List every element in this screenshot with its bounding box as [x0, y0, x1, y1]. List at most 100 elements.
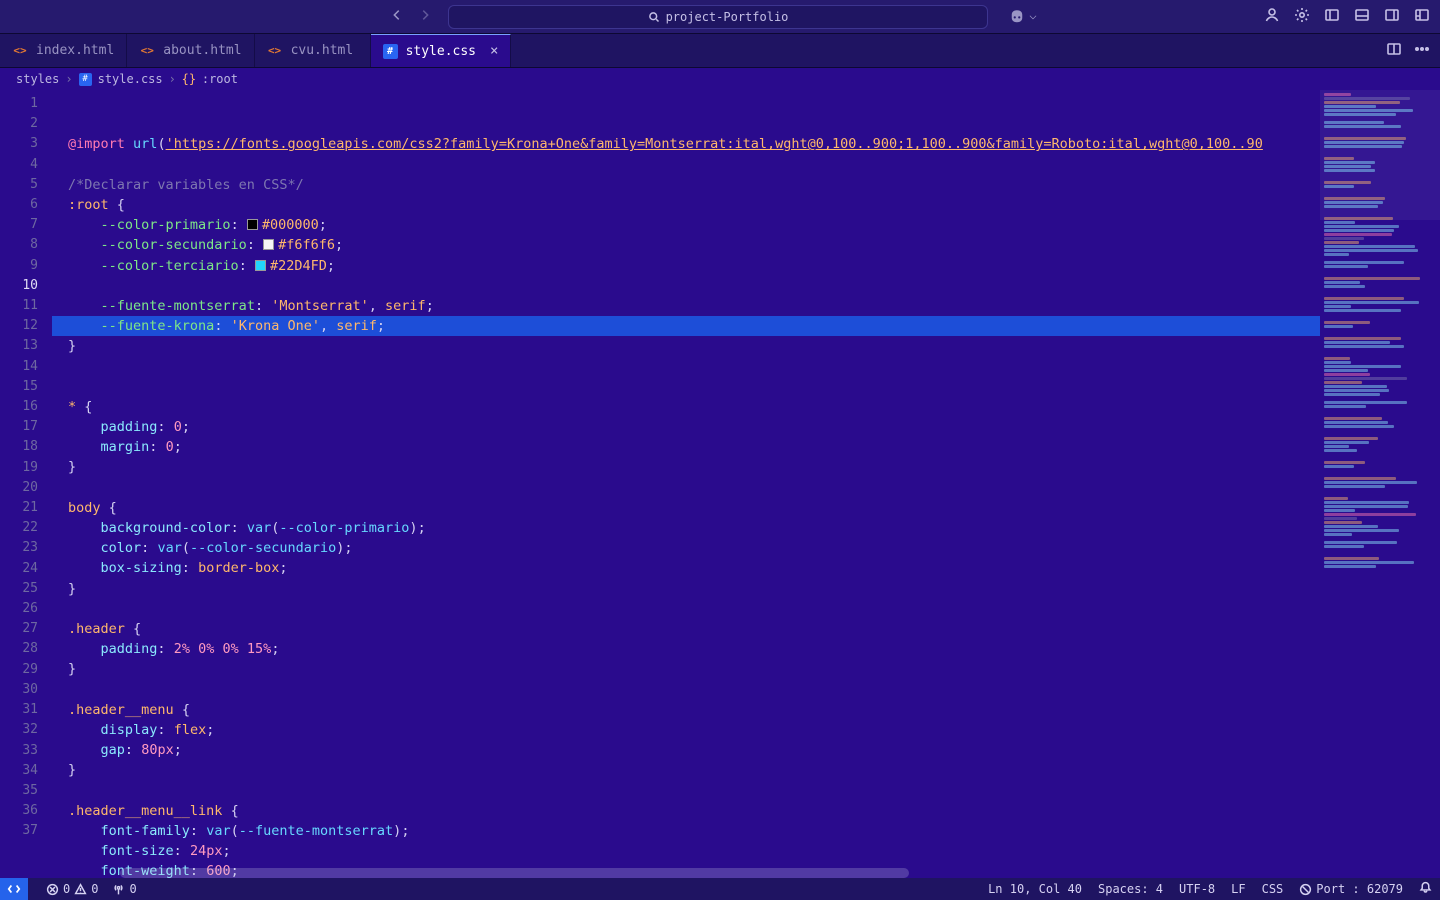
code-line[interactable]: padding: 2% 0% 0% 15%; [52, 639, 1320, 659]
search-icon [648, 11, 660, 23]
bell-icon[interactable] [1419, 881, 1432, 897]
project-name: project-Portfolio [666, 10, 789, 24]
css-file-icon: # [79, 73, 92, 86]
code-line[interactable]: :root { [52, 195, 1320, 215]
status-bar: 0 0 0 Ln 10, Col 40 Spaces: 4 UTF-8 LF C… [0, 878, 1440, 900]
color-swatch [263, 239, 274, 250]
breadcrumb-symbol: :root [202, 72, 238, 86]
tab-cvu-html[interactable]: <> cvu.html [255, 34, 371, 67]
code-line[interactable]: box-sizing: border-box; [52, 558, 1320, 578]
warning-count: 0 [91, 882, 98, 896]
tab-label: about.html [163, 43, 241, 58]
breadcrumb[interactable]: styles › # style.css › {} :root [0, 68, 1440, 90]
copilot-icon[interactable] [1008, 8, 1038, 26]
code-line[interactable]: --color-secundario: #f6f6f6; [52, 235, 1320, 255]
gear-icon[interactable] [1294, 7, 1310, 27]
code-line[interactable]: body { [52, 498, 1320, 518]
code-line[interactable]: } [52, 579, 1320, 599]
breadcrumb-folder: styles [16, 72, 59, 86]
more-icon[interactable] [1414, 41, 1430, 61]
editor: 1234567891011121314151617181920212223242… [0, 90, 1440, 878]
tab-bar: <> index.html <> about.html <> cvu.html #style… [0, 34, 1440, 68]
code-line[interactable] [52, 356, 1320, 376]
ports-indicator[interactable]: 0 [112, 882, 136, 896]
tab-label: cvu.html [291, 43, 354, 58]
code-line[interactable]: font-size: 24px; [52, 841, 1320, 861]
html-file-icon: <> [267, 43, 283, 59]
code-line[interactable]: /*Declarar variables en CSS*/ [52, 175, 1320, 195]
code-line[interactable]: padding: 0; [52, 417, 1320, 437]
nav-back-icon[interactable] [390, 8, 404, 26]
code-line[interactable]: .header { [52, 619, 1320, 639]
code-line[interactable]: --color-primario: #000000; [52, 215, 1320, 235]
split-editor-icon[interactable] [1386, 41, 1402, 61]
line-number-gutter: 1234567891011121314151617181920212223242… [0, 90, 52, 878]
chevron-down-icon [1028, 12, 1038, 22]
code-line[interactable]: --fuente-krona: 'Krona One', serif; [52, 316, 1320, 336]
color-swatch [247, 219, 258, 230]
minimap[interactable] [1320, 90, 1440, 878]
code-line[interactable]: background-color: var(--color-primario); [52, 518, 1320, 538]
tab-about-html[interactable]: <> about.html [127, 34, 254, 67]
code-line[interactable]: gap: 80px; [52, 740, 1320, 760]
eol[interactable]: LF [1231, 882, 1245, 896]
layout-panel-icon[interactable] [1354, 7, 1370, 27]
tab-label: index.html [36, 43, 114, 58]
code-line[interactable] [52, 599, 1320, 619]
code-line[interactable] [52, 155, 1320, 175]
tab-style-css[interactable]: #style.css× [371, 34, 512, 67]
horizontal-scrollbar[interactable] [104, 868, 1200, 878]
code-line[interactable]: margin: 0; [52, 437, 1320, 457]
html-file-icon: <> [12, 43, 28, 59]
layout-sidebar-right-icon[interactable] [1384, 7, 1400, 27]
titlebar-actions [1264, 7, 1430, 27]
code-line[interactable]: --color-terciario: #22D4FD; [52, 256, 1320, 276]
layout-sidebar-left-icon[interactable] [1324, 7, 1340, 27]
html-file-icon: <> [139, 43, 155, 59]
code-line[interactable]: display: flex; [52, 720, 1320, 740]
account-icon[interactable] [1264, 7, 1280, 27]
code-line[interactable]: } [52, 336, 1320, 356]
symbol-icon: {} [182, 72, 196, 86]
code-line[interactable]: } [52, 760, 1320, 780]
language-mode[interactable]: CSS [1262, 882, 1284, 896]
code-line[interactable]: color: var(--color-secundario); [52, 538, 1320, 558]
warning-icon [74, 883, 87, 896]
layout-customize-icon[interactable] [1414, 7, 1430, 27]
cursor-position[interactable]: Ln 10, Col 40 [988, 882, 1082, 896]
tab-index-html[interactable]: <> index.html [0, 34, 127, 67]
titlebar: project-Portfolio [0, 0, 1440, 34]
broadcast-icon [1299, 883, 1312, 896]
code-line[interactable] [52, 679, 1320, 699]
breadcrumb-file: style.css [98, 72, 163, 86]
tabbar-actions [1376, 34, 1440, 67]
code-line[interactable] [52, 780, 1320, 800]
code-line[interactable]: .header__menu__link { [52, 801, 1320, 821]
command-center[interactable]: project-Portfolio [448, 5, 988, 29]
encoding[interactable]: UTF-8 [1179, 882, 1215, 896]
code-line[interactable] [52, 478, 1320, 498]
nav-forward-icon[interactable] [418, 8, 432, 26]
problems-indicator[interactable]: 0 0 [46, 882, 98, 896]
close-icon[interactable]: × [490, 43, 498, 59]
code-line[interactable]: } [52, 457, 1320, 477]
color-swatch [255, 260, 266, 271]
css-file-icon: # [383, 44, 398, 59]
code-line[interactable]: * { [52, 397, 1320, 417]
radio-tower-icon [112, 883, 125, 896]
error-icon [46, 883, 59, 896]
code-line[interactable]: --fuente-montserrat: 'Montserrat', serif… [52, 296, 1320, 316]
chevron-right-icon: › [169, 72, 176, 86]
ports-count: 0 [129, 882, 136, 896]
error-count: 0 [63, 882, 70, 896]
code-line[interactable] [52, 276, 1320, 296]
code-line[interactable]: } [52, 659, 1320, 679]
indentation[interactable]: Spaces: 4 [1098, 882, 1163, 896]
code-line[interactable]: font-family: var(--fuente-montserrat); [52, 821, 1320, 841]
code-line[interactable]: .header__menu { [52, 700, 1320, 720]
code-area[interactable]: @import url('https://fonts.googleapis.co… [52, 90, 1320, 878]
live-server-port[interactable]: Port : 62079 [1299, 882, 1403, 896]
code-line[interactable]: @import url('https://fonts.googleapis.co… [52, 134, 1320, 154]
code-line[interactable] [52, 377, 1320, 397]
remote-indicator[interactable] [0, 878, 28, 900]
